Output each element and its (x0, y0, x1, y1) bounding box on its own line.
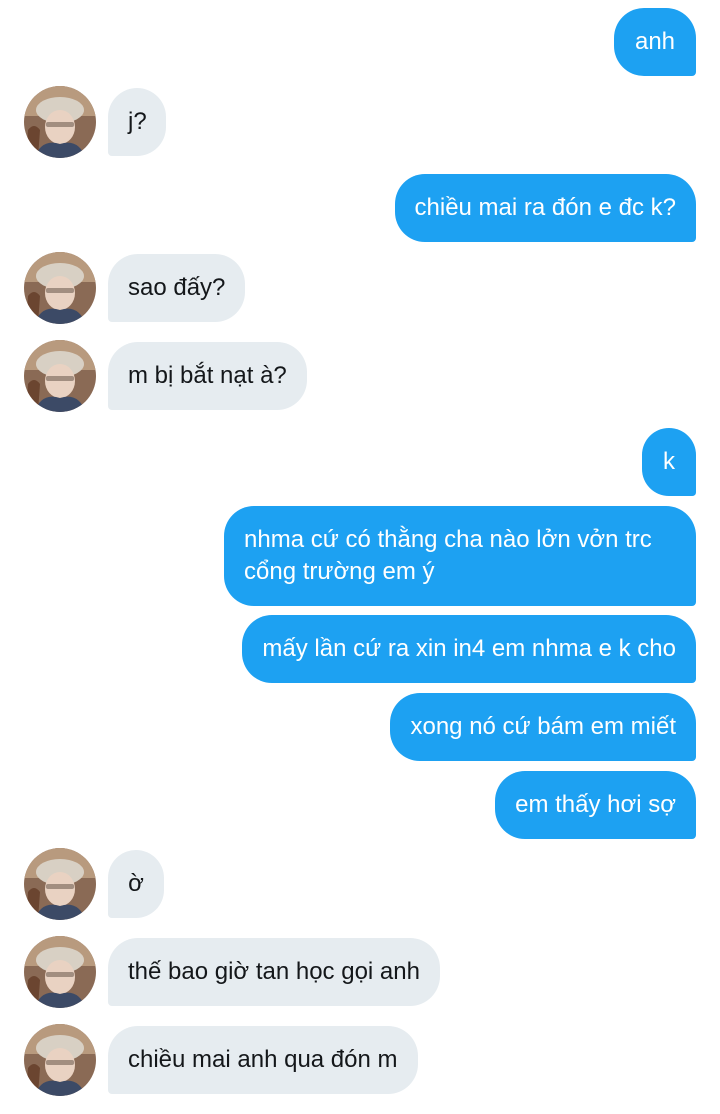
message-bubble-outgoing[interactable]: em thấy hơi sợ (495, 771, 696, 839)
chat-thread: anh j? chiều mai ra đón e đc k? sao đấy?… (0, 0, 720, 1114)
message-bubble-incoming[interactable]: thế bao giờ tan học gọi anh (108, 938, 440, 1006)
avatar[interactable] (24, 252, 96, 324)
message-bubble-incoming[interactable]: ờ (108, 850, 164, 918)
message-bubble-outgoing[interactable]: mấy lần cứ ra xin in4 em nhma e k cho (242, 615, 696, 683)
message-bubble-incoming[interactable]: chiều mai anh qua đón m (108, 1026, 418, 1094)
message-bubble-outgoing[interactable]: k (642, 428, 696, 496)
message-bubble-outgoing[interactable]: xong nó cứ bám em miết (390, 693, 696, 761)
message-bubble-incoming[interactable]: j? (108, 88, 166, 156)
message-bubble-outgoing[interactable]: nhma cứ có thằng cha nào lởn vởn trc cổn… (224, 506, 696, 606)
avatar[interactable] (24, 340, 96, 412)
message-bubble-outgoing[interactable]: anh (614, 8, 696, 76)
avatar[interactable] (24, 1024, 96, 1096)
message-bubble-incoming[interactable]: m bị bắt nạt à? (108, 342, 307, 410)
avatar[interactable] (24, 86, 96, 158)
message-bubble-outgoing[interactable]: chiều mai ra đón e đc k? (394, 174, 696, 242)
message-bubble-incoming[interactable]: sao đấy? (108, 254, 246, 322)
avatar[interactable] (24, 936, 96, 1008)
avatar[interactable] (24, 848, 96, 920)
